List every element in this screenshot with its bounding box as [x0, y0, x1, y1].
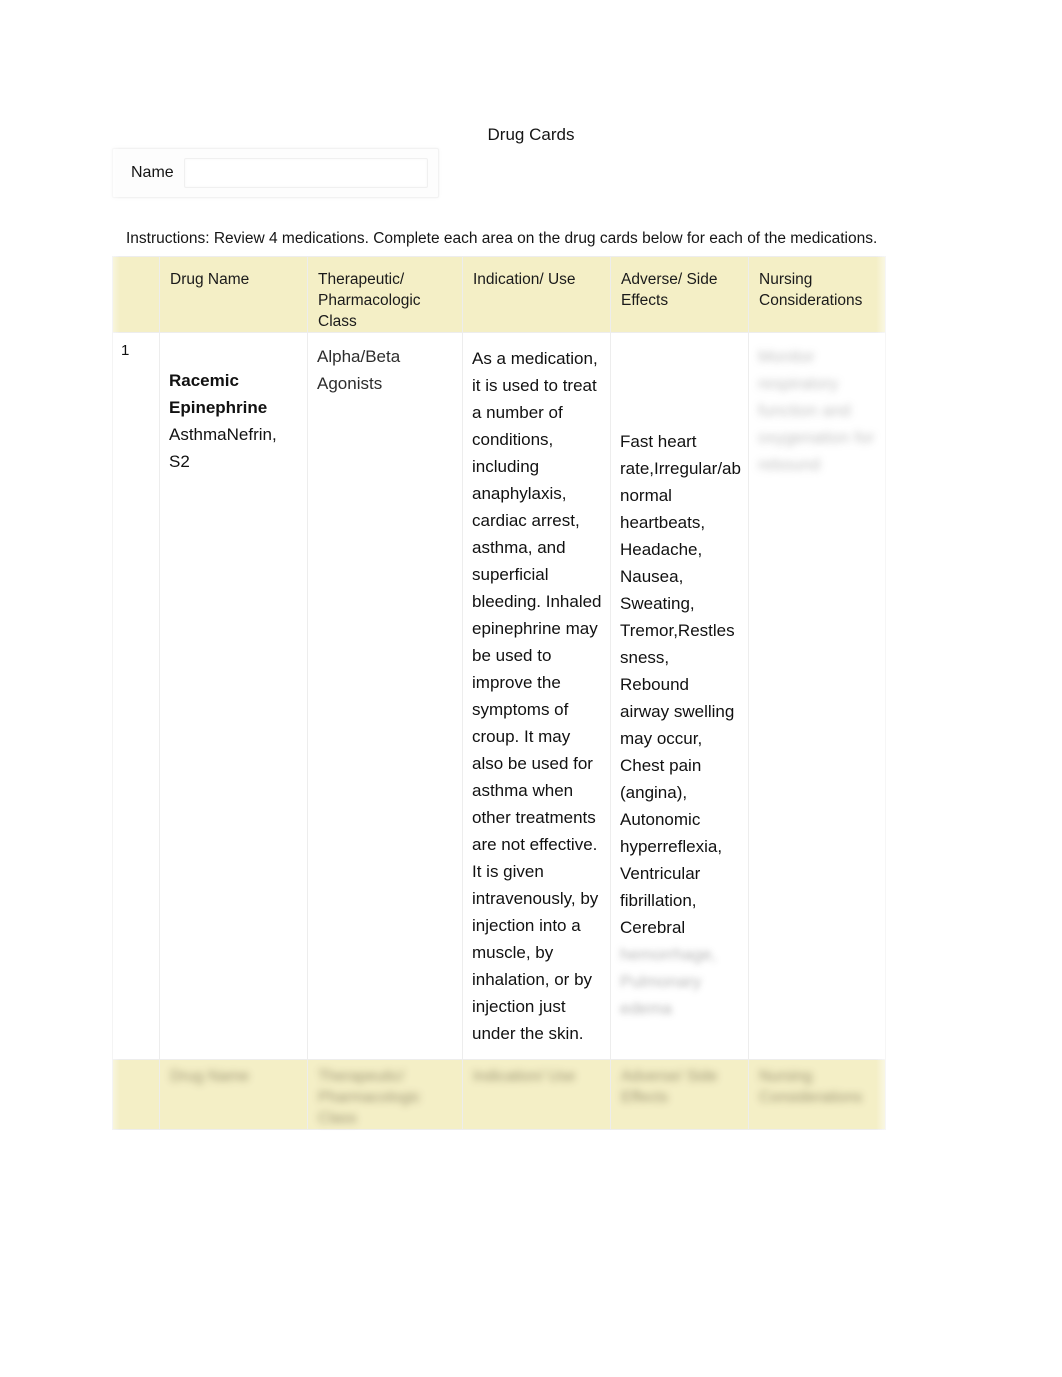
cell-nursing[interactable]: Monitor respiratory function and oxygena…: [748, 332, 886, 1060]
header-class-label: Therapeutic/ Pharmacologic Class: [318, 271, 421, 330]
page-title: Drug Cards: [487, 125, 575, 144]
header-adverse-label: Adverse/ Side Effects: [621, 271, 718, 309]
drug-name-content: Racemic Epinephrine AsthmaNefrin, S2: [160, 333, 307, 487]
footer-cell-adverse: Adverse/ Side Effects: [610, 1059, 749, 1130]
header-cell-nursing: Nursing Considerations: [748, 256, 886, 333]
table-body: 1 Racemic Epinephrine AsthmaNefrin, S2 A…: [112, 332, 886, 1060]
row-number: 1: [121, 342, 130, 359]
footer-cell-number: [112, 1059, 160, 1130]
adverse-redacted-text: hemorrhage, Pulmonary edema: [620, 945, 717, 1018]
header-cell-number: [112, 256, 160, 333]
footer-indication-label: Indication/ Use: [473, 1068, 576, 1085]
table-header-row: Drug Name Therapeutic/ Pharmacologic Cla…: [112, 256, 886, 333]
table-header: Drug Name Therapeutic/ Pharmacologic Cla…: [112, 256, 886, 333]
instructions-text: Instructions: Review 4 medications. Comp…: [126, 230, 878, 247]
header-drug-name-label: Drug Name: [170, 271, 250, 288]
cell-drug-name[interactable]: Racemic Epinephrine AsthmaNefrin, S2: [159, 332, 308, 1060]
drug-class-content: Alpha/Beta Agonists: [317, 347, 401, 393]
header-nursing-label: Nursing Considerations: [759, 271, 863, 309]
footer-drug-name-label: Drug Name: [170, 1068, 250, 1085]
header-cell-adverse: Adverse/ Side Effects: [610, 256, 749, 333]
indication-content: As a medication, it is used to treat a n…: [472, 349, 602, 1043]
drug-generic-name: Racemic Epinephrine: [169, 371, 268, 417]
footer-class-label: Therapeutic/ Pharmacologic Class: [318, 1068, 421, 1127]
header-indication-label: Indication/ Use: [473, 271, 576, 288]
footer-cell-drug-name: Drug Name: [159, 1059, 308, 1130]
table-footer-row: Drug Name Therapeutic/ Pharmacologic Cla…: [112, 1059, 886, 1130]
nursing-redacted-text: Monitor respiratory function and oxygena…: [758, 347, 875, 474]
footer-nursing-label: Nursing Considerations: [759, 1068, 863, 1106]
drug-brand-name: AsthmaNefrin, S2: [169, 425, 277, 471]
drug-cards-table: Drug Name Therapeutic/ Pharmacologic Cla…: [112, 256, 886, 1130]
footer-number-label: [113, 1060, 159, 1066]
footer-cell-indication: Indication/ Use: [462, 1059, 611, 1130]
header-cell-drug-name: Drug Name: [159, 256, 308, 333]
header-cell-indication: Indication/ Use: [462, 256, 611, 333]
table-footer: Drug Name Therapeutic/ Pharmacologic Cla…: [112, 1059, 886, 1130]
name-input[interactable]: [183, 158, 428, 188]
cell-adverse[interactable]: Fast heart rate,Irregular/abnormal heart…: [610, 332, 749, 1060]
name-field-container[interactable]: Name: [112, 148, 439, 198]
cell-indication[interactable]: As a medication, it is used to treat a n…: [462, 332, 611, 1060]
cell-row-number: 1: [112, 332, 160, 1060]
footer-adverse-label: Adverse/ Side Effects: [621, 1068, 718, 1106]
nursing-content: Monitor respiratory function and oxygena…: [749, 333, 885, 490]
name-label: Name: [131, 164, 174, 181]
table-row: 1 Racemic Epinephrine AsthmaNefrin, S2 A…: [112, 332, 886, 1060]
header-cell-class: Therapeutic/ Pharmacologic Class: [307, 256, 463, 333]
adverse-text: Fast heart rate,Irregular/abnormal heart…: [620, 432, 741, 937]
header-number-label: [113, 257, 159, 269]
footer-cell-nursing: Nursing Considerations: [748, 1059, 886, 1130]
cell-class[interactable]: Alpha/Beta Agonists: [307, 332, 463, 1060]
adverse-content: Fast heart rate,Irregular/abnormal heart…: [611, 333, 748, 1034]
footer-cell-class: Therapeutic/ Pharmacologic Class: [307, 1059, 463, 1130]
